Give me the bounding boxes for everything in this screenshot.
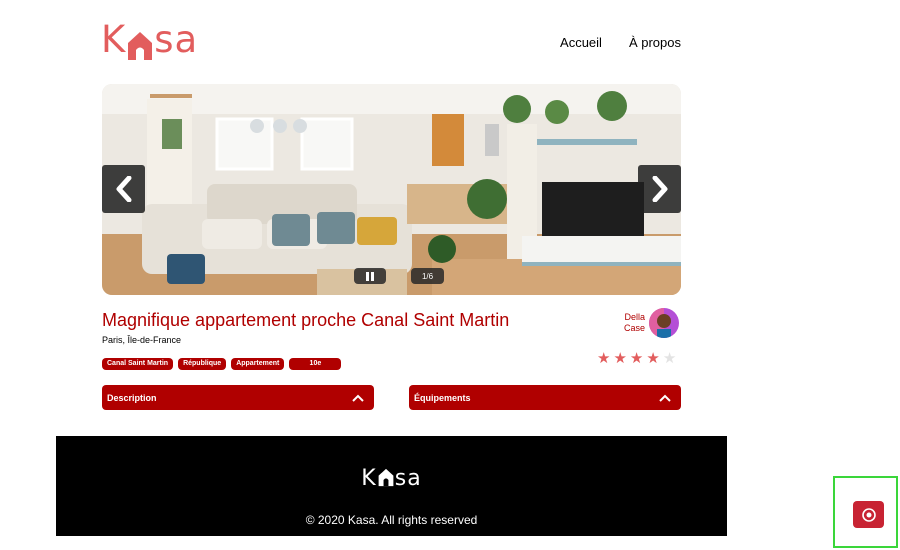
- description-label: Description: [107, 392, 157, 403]
- footer-logo-letters-sa: sa: [394, 466, 422, 491]
- rating-stars: ★ ★ ★ ★ ★: [597, 351, 676, 366]
- star-filled-icon: ★: [629, 350, 644, 367]
- star-filled-icon: ★: [597, 350, 611, 367]
- tag: 10e: [289, 358, 342, 370]
- star-filled-icon: ★: [613, 350, 627, 367]
- footer-logo: Ksa: [56, 466, 727, 491]
- apartment-photo: [102, 84, 681, 295]
- carousel-next-button[interactable]: [638, 165, 681, 213]
- chevron-up-icon: [352, 394, 364, 402]
- listing-location: Paris, Île-de-France: [102, 335, 182, 345]
- house-icon: [127, 27, 153, 60]
- chevron-up-icon: [659, 394, 671, 402]
- tag-list: Canal Saint Martin République Appartemen…: [102, 358, 342, 370]
- photo-carousel: 1/6: [102, 84, 681, 295]
- host-avatar: [649, 308, 679, 338]
- copyright-text: © 2020 Kasa. All rights reserved: [305, 513, 478, 527]
- carousel-pause-button[interactable]: [354, 268, 386, 284]
- star-filled-icon: ★: [646, 350, 660, 367]
- house-icon: [378, 468, 394, 487]
- footer: Ksa © 2020 Kasa. All rights reserved: [56, 436, 727, 536]
- logo-letters-sa: sa: [154, 18, 199, 61]
- pause-icon: [366, 271, 374, 281]
- main-nav: Accueil À propos: [560, 35, 681, 50]
- equipments-label: Équipements: [414, 392, 471, 403]
- tag: Canal Saint Martin: [102, 358, 174, 370]
- eye-icon: [861, 507, 876, 522]
- tag: Appartement: [231, 358, 285, 370]
- listing-title: Magnifique appartement proche Canal Sain…: [102, 310, 510, 330]
- footer-logo-letter-k: K: [361, 466, 377, 491]
- host-last-name: Case: [623, 323, 645, 333]
- nav-link-accueil[interactable]: Accueil: [560, 35, 602, 50]
- host-first-name: Della: [624, 312, 645, 322]
- tag: République: [178, 358, 227, 370]
- nav-link-a-propos[interactable]: À propos: [629, 35, 681, 50]
- floating-widget-button[interactable]: [853, 501, 884, 528]
- carousel-prev-button[interactable]: [102, 165, 145, 213]
- host-card: Della Case: [617, 308, 679, 338]
- description-collapse[interactable]: Description: [102, 385, 374, 410]
- chevron-left-icon: [116, 176, 131, 202]
- logo-letter-k: K: [101, 18, 127, 61]
- equipments-collapse[interactable]: Équipements: [409, 385, 681, 410]
- slide-counter: 1/6: [411, 268, 444, 284]
- chevron-right-icon: [652, 176, 667, 202]
- kasa-logo[interactable]: K sa: [101, 18, 199, 61]
- host-name: Della Case: [617, 312, 645, 334]
- star-empty-icon: ★: [662, 350, 677, 367]
